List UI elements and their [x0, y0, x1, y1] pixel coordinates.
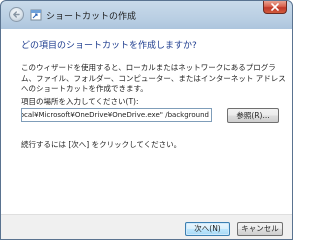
- back-arrow-icon: [13, 11, 20, 18]
- next-button[interactable]: 次へ(N): [185, 222, 230, 236]
- title-bar[interactable]: ショートカットの作成: [1, 1, 292, 29]
- location-label: 項目の場所を入力してください(T):: [21, 97, 139, 106]
- location-input-value: ory¥AppData¥Local¥Microsoft¥OneDrive¥One…: [22, 111, 209, 119]
- create-shortcut-window: ショートカットの作成 どの項目のショートカットを作成しますか? このウィザードを…: [0, 0, 293, 240]
- page-heading: どの項目のショートカットを作成しますか?: [21, 41, 197, 51]
- back-button[interactable]: [9, 7, 24, 22]
- continue-instruction: 続行するには [次へ] をクリックしてください。: [21, 140, 182, 149]
- close-icon: [271, 3, 279, 11]
- location-input[interactable]: ory¥AppData¥Local¥Microsoft¥OneDrive¥One…: [21, 108, 212, 122]
- window-title: ショートカットの作成: [46, 12, 137, 22]
- close-button[interactable]: [263, 1, 287, 14]
- cancel-button[interactable]: キャンセル: [237, 222, 283, 236]
- wizard-content: どの項目のショートカットを作成しますか? このウィザードを使用すると、ローカルま…: [1, 29, 292, 214]
- button-bar: 次へ(N) キャンセル: [1, 214, 292, 239]
- browse-button[interactable]: 参照(R)...: [227, 108, 279, 123]
- wizard-description: このウィザードを使用すると、ローカルまたはネットワークにあるプログラム、ファイル…: [21, 63, 286, 93]
- shortcut-icon: [30, 9, 42, 21]
